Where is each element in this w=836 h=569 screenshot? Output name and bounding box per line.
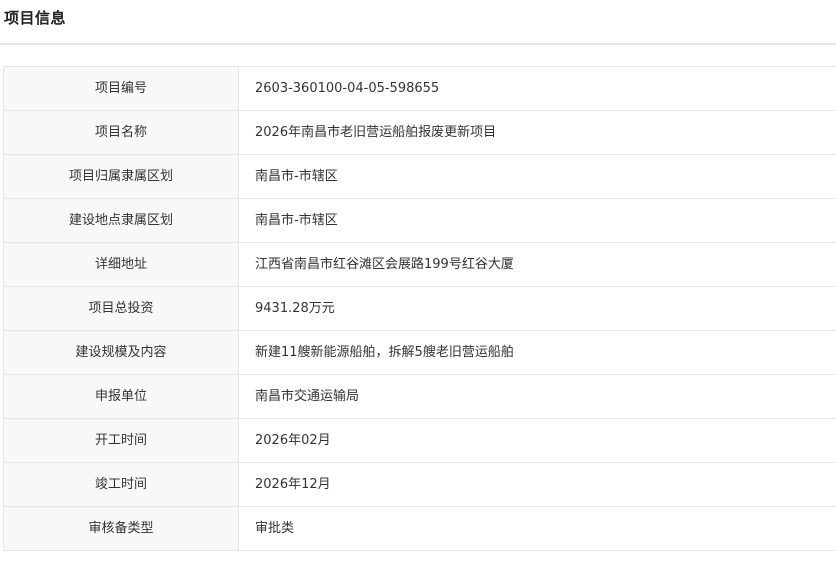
row-value-address: 江西省南昌市红谷滩区会展路199号红谷大厦 [238,242,836,287]
row-label-project-region: 项目归属隶属区划 [3,154,239,199]
row-value-completion-time: 2026年12月 [238,462,836,507]
row-label-total-investment: 项目总投资 [3,286,239,331]
row-value-project-region: 南昌市-市辖区 [238,154,836,199]
row-label-applicant: 申报单位 [3,374,239,419]
row-value-project-name: 2026年南昌市老旧营运船舶报废更新项目 [238,110,836,155]
table-row: 项目编号 2603-360100-04-05-598655 [3,66,836,111]
table-row: 开工时间 2026年02月 [3,418,836,463]
row-value-applicant: 南昌市交通运输局 [238,374,836,419]
row-label-review-type: 审核备类型 [3,506,239,551]
row-label-address: 详细地址 [3,242,239,287]
table-row: 项目归属隶属区划 南昌市-市辖区 [3,154,836,199]
row-value-construction-region: 南昌市-市辖区 [238,198,836,243]
table-row: 详细地址 江西省南昌市红谷滩区会展路199号红谷大厦 [3,242,836,287]
row-label-construction-region: 建设地点隶属区划 [3,198,239,243]
table-row: 项目名称 2026年南昌市老旧营运船舶报废更新项目 [3,110,836,155]
row-label-project-name: 项目名称 [3,110,239,155]
table-row: 竣工时间 2026年12月 [3,462,836,507]
section-title: 项目信息 [4,9,67,27]
table-row: 建设地点隶属区划 南昌市-市辖区 [3,198,836,243]
row-label-project-number: 项目编号 [3,66,239,111]
table-row: 申报单位 南昌市交通运输局 [3,374,836,419]
table-row: 审核备类型 审批类 [3,506,836,551]
project-info-table: 项目编号 2603-360100-04-05-598655 项目名称 2026年… [3,66,836,551]
row-label-completion-time: 竣工时间 [3,462,239,507]
row-value-scale-content: 新建11艘新能源船舶，拆解5艘老旧营运船舶 [238,330,836,375]
table-row: 项目总投资 9431.28万元 [3,286,836,331]
row-value-project-number: 2603-360100-04-05-598655 [238,66,836,111]
row-label-start-time: 开工时间 [3,418,239,463]
section-header: 项目信息 [0,0,836,45]
row-value-start-time: 2026年02月 [238,418,836,463]
table-row: 建设规模及内容 新建11艘新能源船舶，拆解5艘老旧营运船舶 [3,330,836,375]
row-label-scale-content: 建设规模及内容 [3,330,239,375]
row-value-review-type: 审批类 [238,506,836,551]
row-value-total-investment: 9431.28万元 [238,286,836,331]
